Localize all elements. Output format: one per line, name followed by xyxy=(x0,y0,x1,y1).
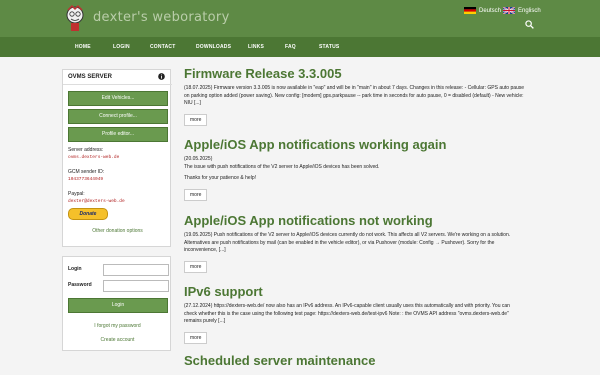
news-post: Scheduled server maintenance xyxy=(184,353,540,368)
login-button[interactable]: Login xyxy=(68,298,168,313)
lang-english-label: Englisch xyxy=(518,7,541,14)
ovms-server-header: OVMS SERVER xyxy=(63,70,172,85)
news-post: Apple/iOS App notifications not working … xyxy=(184,213,540,273)
post-line: inconvenience, [...] xyxy=(184,247,226,253)
post-title[interactable]: Apple/iOS App notifications not working xyxy=(184,213,540,228)
post-line: on parking option added (power saving). … xyxy=(184,92,524,99)
post-line: The issue with push notifications of the… xyxy=(184,163,380,170)
login-input[interactable] xyxy=(103,264,169,276)
password-input[interactable] xyxy=(103,280,169,292)
create-account-link[interactable]: Create account xyxy=(63,337,172,343)
server-address-value: ovms.dexters-web.de xyxy=(68,155,120,160)
nav-login[interactable]: LOGIN xyxy=(113,44,130,50)
nav-contact[interactable]: CONTACT xyxy=(150,44,175,50)
dexter-logo-icon[interactable] xyxy=(65,4,85,32)
post-title[interactable]: Firmware Release 3.3.005 xyxy=(184,66,540,81)
post-line: NIU [...] xyxy=(184,100,201,106)
gcm-sender-value: 1043773644049 xyxy=(68,177,104,182)
lang-english[interactable]: Englisch xyxy=(503,7,541,14)
site-title[interactable]: dexter's weboratory xyxy=(93,10,230,25)
more-button[interactable]: more xyxy=(184,188,208,201)
login-label: Login xyxy=(68,266,82,272)
ovms-server-box: OVMS SERVER Edit Vehicles... Connect pro… xyxy=(62,69,172,247)
profile-editor-button[interactable]: Profile editor... xyxy=(68,127,168,142)
news-post: IPv6 support (27.12.2024) https://dexter… xyxy=(184,284,540,344)
lang-german[interactable]: Deutsch xyxy=(464,7,501,14)
post-line: (19.05.2025) Push notifications of the V… xyxy=(184,232,511,238)
site-header: dexter's weboratory Deutsch Englisch xyxy=(0,0,600,37)
post-line: Alternatives are push notifications by m… xyxy=(184,239,495,246)
connect-profile-button[interactable]: Connect profile... xyxy=(68,109,168,124)
other-donation-link[interactable]: Other donation options xyxy=(63,228,172,234)
sidebar: OVMS SERVER Edit Vehicles... Connect pro… xyxy=(62,69,172,351)
donate-button[interactable]: Donate xyxy=(68,208,108,220)
main-nav: HOME LOGIN CONTACT DOWNLOADS LINKS FAQ S… xyxy=(0,37,600,57)
post-line: check whether this is the case using the… xyxy=(184,310,509,317)
server-address-label: Server address: xyxy=(68,147,104,153)
post-line: (18.07.2025) Firmware version 3.3.005 is… xyxy=(184,85,525,91)
login-box: Login Password Login I forgot my passwor… xyxy=(62,256,171,351)
more-button[interactable]: more xyxy=(184,260,208,273)
post-title[interactable]: Apple/iOS App notifications working agai… xyxy=(184,137,540,152)
post-line: (27.12.2024) https://dexters-web.de/ now… xyxy=(184,303,510,309)
nav-faq[interactable]: FAQ xyxy=(285,44,296,50)
password-label: Password xyxy=(68,282,92,288)
nav-home[interactable]: HOME xyxy=(75,44,91,50)
more-button[interactable]: more xyxy=(184,331,208,344)
german-flag-icon xyxy=(464,7,476,14)
paypal-label: Paypal: xyxy=(68,191,85,197)
post-title[interactable]: IPv6 support xyxy=(184,284,540,299)
lang-german-label: Deutsch xyxy=(479,7,502,14)
info-icon[interactable] xyxy=(158,73,165,80)
edit-vehicles-button[interactable]: Edit Vehicles... xyxy=(68,91,168,106)
forgot-password-link[interactable]: I forgot my password xyxy=(63,323,172,329)
nav-status[interactable]: STATUS xyxy=(319,44,339,50)
post-line: remains purely [...] xyxy=(184,318,226,324)
more-button[interactable]: more xyxy=(184,113,208,126)
nav-links[interactable]: LINKS xyxy=(248,44,264,50)
post-line: Thanks for your patience & help! xyxy=(184,175,256,181)
nav-downloads[interactable]: DOWNLOADS xyxy=(196,44,231,50)
news-post: Apple/iOS App notifications working agai… xyxy=(184,137,540,201)
post-date: (20.05.2025) xyxy=(184,156,213,162)
uk-flag-icon xyxy=(503,7,515,14)
paypal-value: dexter@dexters-web.de xyxy=(68,199,125,204)
post-title[interactable]: Scheduled server maintenance xyxy=(184,353,540,368)
gcm-sender-label: GCM sender ID: xyxy=(68,169,105,175)
news-post: Firmware Release 3.3.005 (18.07.2025) Fi… xyxy=(184,66,540,126)
search-icon[interactable] xyxy=(525,20,534,29)
ovms-server-title: OVMS SERVER xyxy=(68,74,112,80)
